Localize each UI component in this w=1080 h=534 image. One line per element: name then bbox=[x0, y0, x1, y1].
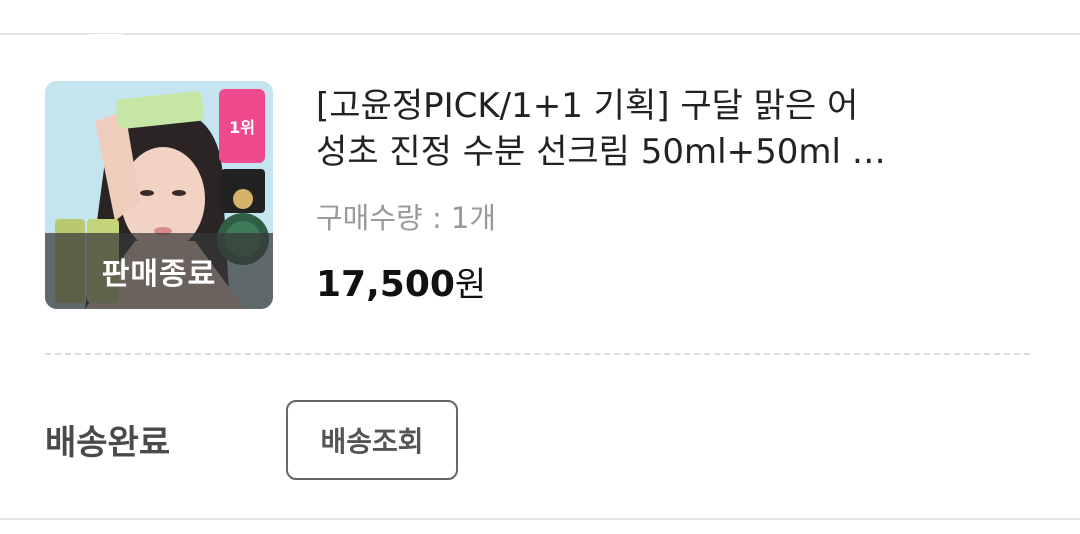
dashed-divider bbox=[45, 353, 1030, 355]
svg-text:1위: 1위 bbox=[229, 118, 255, 137]
price-unit: 원 bbox=[454, 265, 487, 305]
product-title-line-1: [고윤정PICK/1+1 기획] 구달 맑은 어 bbox=[316, 86, 859, 126]
delivery-status: 배송완료 bbox=[45, 423, 171, 463]
soldout-overlay: 판매종료 bbox=[45, 233, 273, 309]
product-title[interactable]: [고윤정PICK/1+1 기획] 구달 맑은 어 성초 진정 수분 선크림 50… bbox=[316, 83, 936, 175]
product-price: 17,500원 bbox=[316, 257, 486, 306]
order-item-card: 1위 판매종료 [고윤정PICK/1+1 기획] 구달 맑은 어 성초 진정 수… bbox=[0, 35, 1080, 519]
track-delivery-button[interactable]: 배송조회 bbox=[286, 400, 458, 480]
bottom-divider bbox=[0, 518, 1080, 520]
price-number: 17,500 bbox=[316, 264, 455, 305]
product-title-line-2: 성초 진정 수분 선크림 50ml+50ml … bbox=[316, 132, 886, 172]
purchase-quantity: 구매수량 : 1개 bbox=[316, 201, 497, 235]
product-thumbnail[interactable]: 1위 판매종료 bbox=[45, 81, 273, 309]
